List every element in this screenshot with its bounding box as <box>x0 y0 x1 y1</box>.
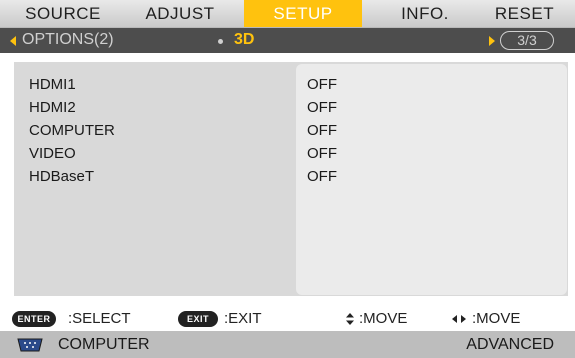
computer-port-icon <box>17 338 43 352</box>
current-page-bullet-icon <box>218 39 223 44</box>
left-right-arrow-icon <box>452 315 466 323</box>
setting-value[interactable]: OFF <box>307 166 337 187</box>
setting-row-computer[interactable]: COMPUTER OFF <box>14 120 568 141</box>
page-indicator: 3/3 <box>500 31 554 50</box>
setting-value[interactable]: OFF <box>307 74 337 95</box>
enter-key-icon: ENTER <box>12 311 56 327</box>
projector-osd-menu: SOURCE ADJUST SETUP INFO. RESET OPTIONS(… <box>0 0 575 358</box>
exit-hint: :EXIT <box>224 310 262 327</box>
page-title: 3D <box>234 31 255 48</box>
setting-value[interactable]: OFF <box>307 97 337 118</box>
setting-row-hdmi1[interactable]: HDMI1 OFF <box>14 74 568 95</box>
tab-adjust[interactable]: ADJUST <box>135 0 225 27</box>
setting-value[interactable]: OFF <box>307 143 337 164</box>
move-vertical-hint: :MOVE <box>359 310 408 327</box>
setting-label: VIDEO <box>29 145 76 162</box>
setting-label: HDMI1 <box>29 76 76 93</box>
up-down-arrow-icon <box>346 313 354 325</box>
setting-row-video[interactable]: VIDEO OFF <box>14 143 568 164</box>
setting-label: HDBaseT <box>29 168 95 185</box>
setting-value[interactable]: OFF <box>307 120 337 141</box>
current-source-label: COMPUTER <box>58 336 150 353</box>
move-horizontal-hint: :MOVE <box>472 310 521 327</box>
menu-mode-label: ADVANCED <box>466 336 554 353</box>
tab-info[interactable]: INFO. <box>385 0 465 27</box>
select-hint: :SELECT <box>68 310 131 327</box>
exit-key-icon: EXIT <box>178 311 218 327</box>
setting-row-hdmi2[interactable]: HDMI2 OFF <box>14 97 568 118</box>
previous-page-label[interactable]: OPTIONS(2) <box>22 30 114 50</box>
settings-panel: HDMI1 OFF HDMI2 OFF COMPUTER OFF VIDEO O… <box>14 62 568 296</box>
setting-label: HDMI2 <box>29 99 76 116</box>
status-bar: COMPUTER ADVANCED <box>0 331 575 358</box>
previous-page-arrow-icon[interactable] <box>10 36 16 46</box>
submenu-header: OPTIONS(2) 3D 3/3 <box>0 28 575 53</box>
menu-tab-bar: SOURCE ADJUST SETUP INFO. RESET <box>0 0 575 28</box>
tab-source[interactable]: SOURCE <box>18 0 108 27</box>
tab-reset[interactable]: RESET <box>482 0 567 27</box>
next-page-arrow-icon[interactable] <box>489 36 495 46</box>
setting-row-hdbaset[interactable]: HDBaseT OFF <box>14 166 568 187</box>
setting-label: COMPUTER <box>29 122 115 139</box>
key-help-bar: ENTER :SELECT EXIT :EXIT :MOVE :MOVE <box>0 308 575 330</box>
tab-setup[interactable]: SETUP <box>244 0 362 27</box>
